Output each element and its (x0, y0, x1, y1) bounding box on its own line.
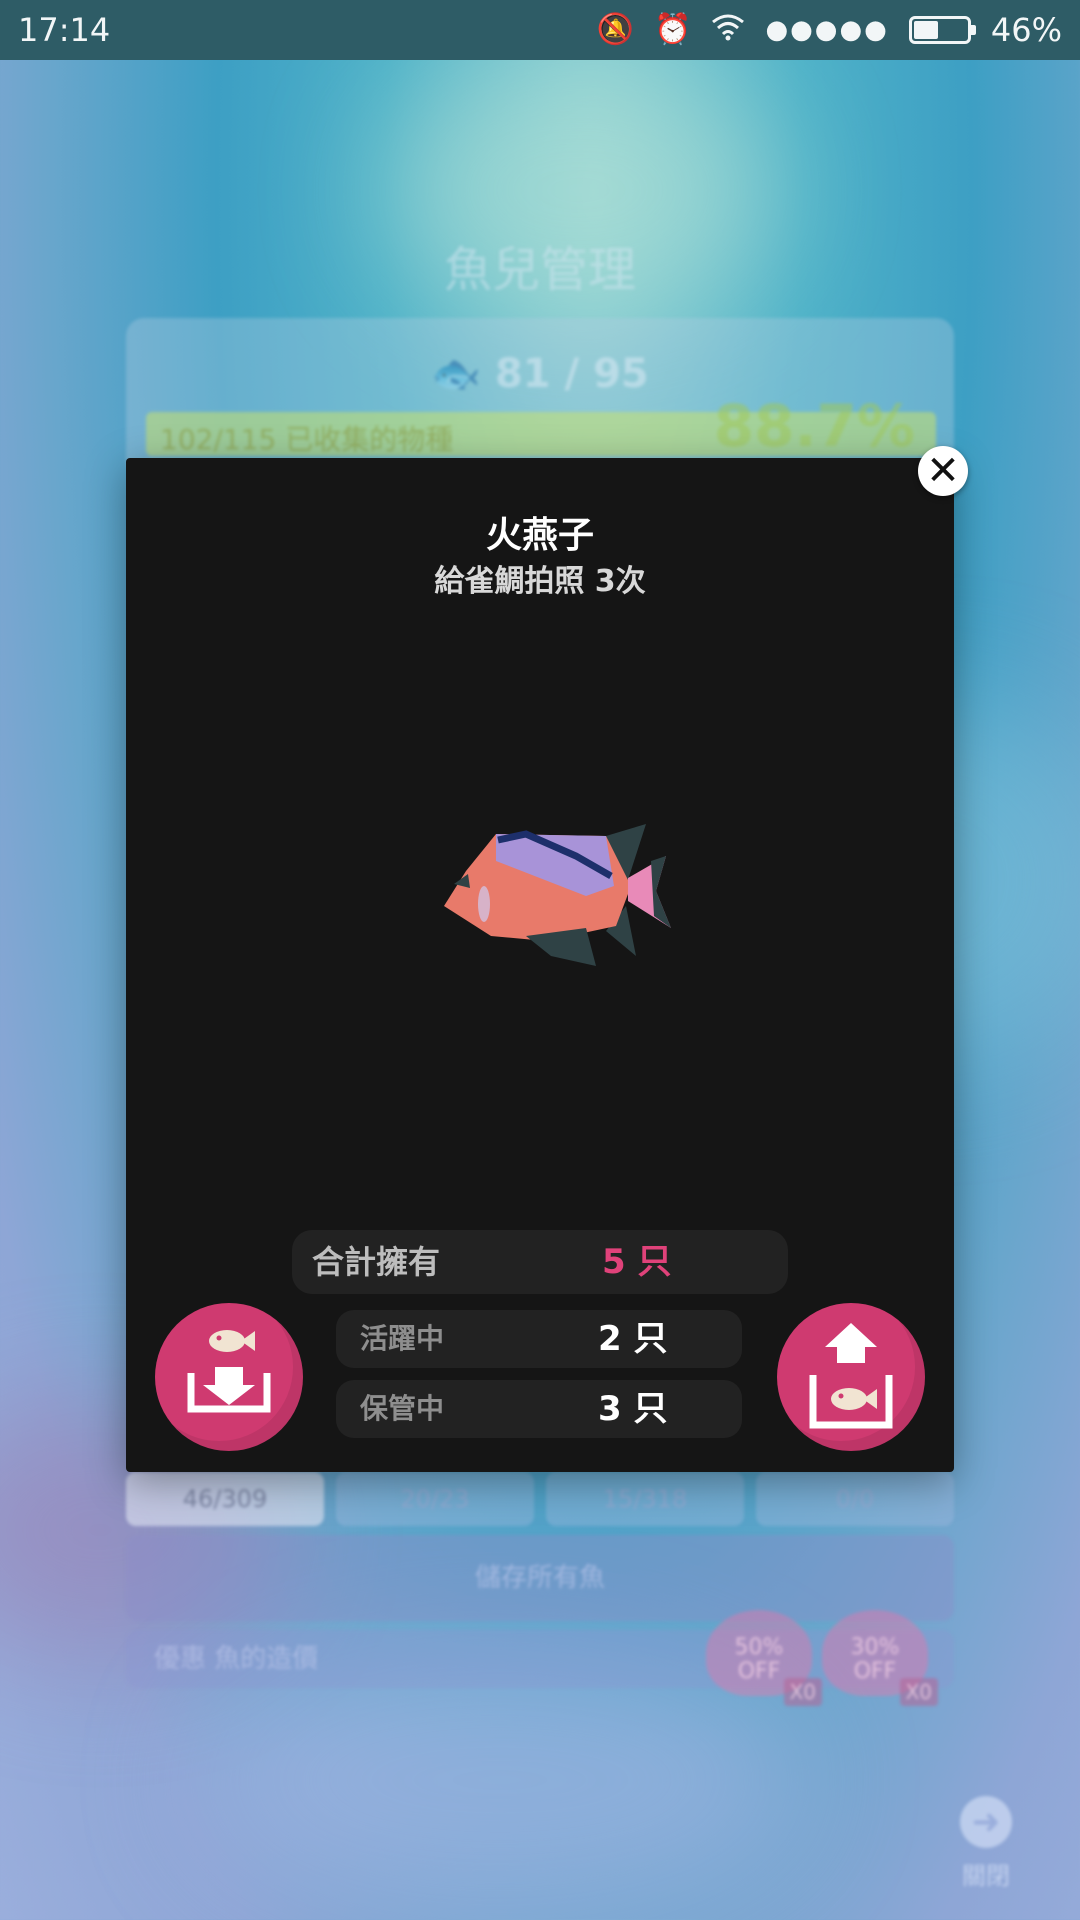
store-fish-button[interactable] (155, 1303, 303, 1451)
discount-badge-50: 50% OFF X0 (706, 1610, 822, 1706)
fish-subtitle: 給雀鯛拍照 3次 (434, 564, 646, 599)
fish-name: 火燕子 (485, 515, 594, 556)
fish-detail-dialog: 火燕子 給雀鯛拍照 3次 合計擁有 5 只 活躍中 2 只 保管中 3 只 (126, 458, 954, 1472)
tab-3[interactable]: 15/318 (546, 1472, 744, 1526)
fish-count: 🐟 81 / 95 (431, 351, 649, 397)
status-bar: 17:14 🔕 ⏰ ●●●●● 46% (0, 0, 1080, 60)
wifi-icon (711, 13, 745, 47)
stored-value: 3 只 (598, 1389, 668, 1429)
fish-icon: 🐟 (431, 351, 482, 397)
total-owned-box: 合計擁有 5 只 (292, 1230, 788, 1294)
arrow-right-icon: ➜ (960, 1796, 1012, 1848)
mute-icon: 🔕 (596, 12, 635, 47)
release-fish-button[interactable] (777, 1303, 925, 1451)
battery-percent: 46% (990, 11, 1062, 49)
signal-icon: ●●●●● (765, 15, 889, 45)
page-title: 魚兒管理 (443, 242, 636, 298)
alarm-icon: ⏰ (654, 12, 692, 47)
tab-4[interactable]: 0/0 (756, 1472, 954, 1526)
fish-tabs: 46/309 20/23 15/318 0/0 (126, 1472, 954, 1526)
active-label: 活躍中 (360, 1322, 445, 1355)
battery-icon (908, 16, 976, 44)
active-box: 活躍中 2 只 (336, 1310, 742, 1368)
close-page-button[interactable]: ➜ 關閉 (960, 1796, 1012, 1891)
active-value: 2 只 (598, 1319, 668, 1359)
fish-illustration (444, 824, 671, 966)
release-fish-icon (809, 1323, 893, 1429)
tab-2[interactable]: 20/23 (336, 1472, 534, 1526)
store-fish-icon (187, 1330, 271, 1413)
status-time: 17:14 (18, 11, 111, 49)
collection-progress-percent: 88.7% (713, 392, 915, 460)
total-owned-value: 5 只 (602, 1242, 672, 1282)
tab-1[interactable]: 46/309 (126, 1472, 324, 1526)
stored-box: 保管中 3 只 (336, 1380, 742, 1438)
close-dialog-button[interactable]: ✕ (918, 446, 968, 496)
total-owned-label: 合計擁有 (312, 1243, 441, 1281)
discount-badge-30: 30% OFF X0 (822, 1610, 938, 1706)
stored-label: 保管中 (360, 1392, 445, 1425)
save-all-fish-button[interactable]: 儲存所有魚 (126, 1535, 954, 1621)
collection-progress-text: 102/115 已收集的物種 (160, 423, 454, 456)
